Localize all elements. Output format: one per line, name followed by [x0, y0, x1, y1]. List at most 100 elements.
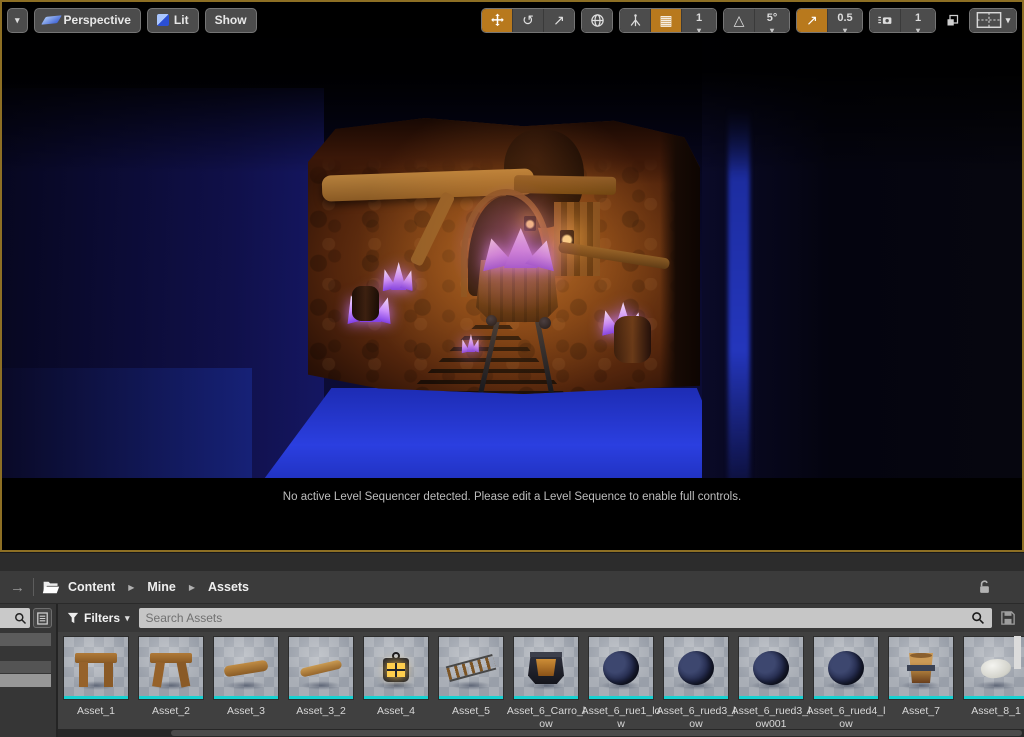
static-mesh-stripe	[739, 696, 803, 699]
asset-thumbnail[interactable]	[513, 636, 579, 700]
asset-tile[interactable]: Asset_6_rued3_low001	[732, 636, 810, 737]
asset-tile[interactable]: Asset_4	[362, 636, 430, 737]
scale-snap-toggle[interactable]: ↗	[797, 8, 828, 32]
asset-tile[interactable]: Asset_6_Carro_low	[507, 636, 585, 737]
scale-tool-button[interactable]: ↗	[544, 8, 574, 32]
surface-snap-icon	[630, 13, 640, 26]
asset-label: Asset_7	[902, 705, 940, 717]
asset-thumbnail[interactable]	[363, 636, 429, 700]
asset-label: Asset_6_rued3_low001	[731, 705, 811, 730]
static-mesh-stripe	[514, 696, 578, 699]
search-icon	[972, 612, 984, 624]
sources-search-input[interactable]	[0, 608, 30, 628]
sequencer-message: No active Level Sequencer detected. Plea…	[282, 490, 742, 503]
maximize-viewport-icon[interactable]	[945, 13, 960, 28]
asset-thumbnail[interactable]	[438, 636, 504, 700]
unlock-icon[interactable]	[977, 579, 992, 595]
static-mesh-stripe	[964, 696, 1024, 699]
filter-bar: Filters ▾ Search Assets	[58, 604, 1024, 632]
asset-tile[interactable]: Asset_2	[137, 636, 205, 737]
asset-preview-object	[299, 658, 343, 678]
horizontal-scrollbar[interactable]	[58, 729, 1024, 737]
camera-speed-button[interactable]	[870, 8, 901, 32]
asset-preview-object	[150, 653, 192, 688]
asset-tile[interactable]: Asset_6_rue1_low	[582, 636, 660, 737]
asset-preview-object	[906, 653, 936, 683]
viewport-layout-button[interactable]: ▾	[970, 8, 1016, 32]
grid-snap-group: ▦ 1 ▾	[619, 7, 717, 33]
camera-speed-value[interactable]: 1 ▾	[901, 8, 935, 32]
asset-thumbnail[interactable]	[738, 636, 804, 700]
save-search-icon[interactable]	[1001, 611, 1015, 625]
rotate-tool-button[interactable]: ↺	[513, 8, 544, 32]
asset-tile[interactable]: Asset_6_rued4_low	[807, 636, 885, 737]
asset-tile[interactable]: Asset_3	[212, 636, 280, 737]
static-mesh-stripe	[364, 696, 428, 699]
perspective-button[interactable]: Perspective	[33, 7, 141, 33]
filters-label: Filters	[84, 611, 121, 625]
static-mesh-stripe	[64, 696, 128, 699]
filters-button[interactable]: Filters ▾	[67, 611, 130, 625]
search-icon	[15, 612, 27, 624]
asset-tile[interactable]: Asset_5	[437, 636, 505, 737]
vertical-scrollbar-thumb[interactable]	[1014, 636, 1021, 669]
asset-thumbnail[interactable]	[813, 636, 879, 700]
rotation-snap-value[interactable]: 5° ▾	[755, 8, 789, 33]
grid-snap-toggle[interactable]: ▦	[651, 8, 682, 32]
asset-label: Asset_8_1	[971, 705, 1021, 717]
world-local-group	[581, 7, 613, 33]
breadcrumb-assets[interactable]: Assets	[208, 580, 249, 594]
scale-snap-value[interactable]: 0.5 ▾	[828, 8, 862, 33]
static-mesh-stripe	[139, 696, 203, 699]
caret-down-icon: ▾	[842, 25, 848, 33]
folder-tree-item-selected[interactable]	[0, 674, 51, 687]
asset-tile[interactable]: Asset_1	[62, 636, 130, 737]
caret-down-icon: ▾	[769, 25, 775, 33]
folder-tree-item[interactable]	[0, 633, 51, 646]
asset-search-input[interactable]: Search Assets	[138, 608, 992, 628]
static-mesh-stripe	[814, 696, 878, 699]
sources-view-button[interactable]	[33, 608, 52, 628]
asset-thumbnail[interactable]	[288, 636, 354, 700]
viewport-options-button[interactable]: ▾	[7, 7, 28, 33]
expand-sources-icon[interactable]: →	[10, 579, 25, 596]
breadcrumb-mine[interactable]: Mine	[147, 580, 175, 594]
asset-thumbnail[interactable]	[63, 636, 129, 700]
static-mesh-stripe	[889, 696, 953, 699]
asset-label: Asset_6_rue1_low	[581, 705, 661, 730]
horizontal-scrollbar-thumb[interactable]	[171, 730, 1022, 736]
search-placeholder: Search Assets	[145, 611, 223, 625]
folder-tree-item[interactable]	[0, 661, 51, 673]
grid-snap-value[interactable]: 1 ▾	[682, 8, 716, 32]
asset-thumbnail[interactable]	[138, 636, 204, 700]
static-mesh-stripe	[664, 696, 728, 699]
static-mesh-stripe	[589, 696, 653, 699]
folder-open-icon	[42, 581, 60, 593]
rotation-snap-toggle[interactable]: △	[724, 8, 755, 32]
asset-thumbnail[interactable]	[663, 636, 729, 700]
show-button[interactable]: Show	[204, 7, 257, 33]
panel-separator	[0, 552, 1024, 571]
scale-snap-icon: ↗	[806, 12, 818, 28]
viewport-3d-scene[interactable]: No active Level Sequencer detected. Plea…	[2, 38, 1022, 515]
asset-tile[interactable]: Asset_3_2	[287, 636, 355, 737]
globe-icon	[590, 13, 604, 27]
layout-grid-icon	[976, 12, 1002, 28]
lit-mode-button[interactable]: Lit	[146, 7, 199, 33]
asset-tile[interactable]: Asset_6_rued3_low	[657, 636, 735, 737]
surface-snap-button[interactable]	[620, 8, 651, 32]
asset-thumbnail[interactable]	[213, 636, 279, 700]
asset-label: Asset_3	[227, 705, 265, 717]
coordinate-system-button[interactable]	[582, 8, 612, 32]
asset-thumbnail[interactable]	[588, 636, 654, 700]
perspective-icon	[40, 15, 62, 25]
list-icon	[37, 611, 48, 625]
breadcrumb-separator-icon: ▶	[188, 582, 196, 592]
move-tool-button[interactable]	[482, 8, 513, 32]
asset-label: Asset_5	[452, 705, 490, 717]
asset-thumbnail[interactable]	[888, 636, 954, 700]
asset-label: Asset_6_rued3_low	[656, 705, 736, 730]
scale-icon: ↗	[553, 12, 565, 28]
breadcrumb-content[interactable]: Content	[68, 580, 115, 594]
asset-tile[interactable]: Asset_7	[887, 636, 955, 737]
